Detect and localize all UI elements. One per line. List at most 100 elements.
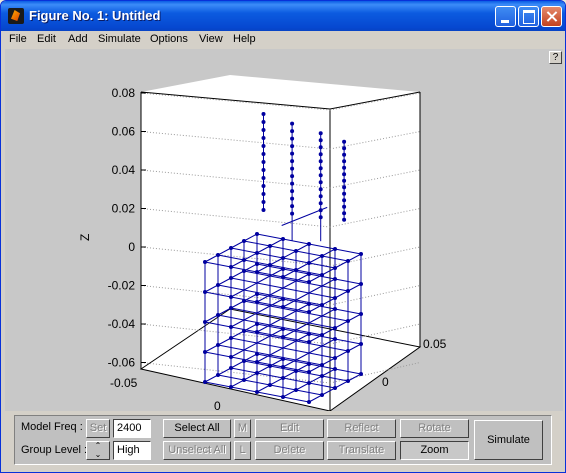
mesh-node bbox=[318, 152, 323, 157]
mesh-node bbox=[318, 145, 323, 150]
mesh-node bbox=[261, 120, 266, 124]
mesh-node bbox=[333, 247, 337, 251]
close-button[interactable] bbox=[541, 6, 562, 27]
mesh-node bbox=[229, 385, 233, 389]
menu-view[interactable]: View bbox=[199, 33, 223, 45]
mesh-node bbox=[307, 280, 311, 284]
mesh-node bbox=[294, 268, 298, 272]
mesh-node bbox=[342, 139, 347, 144]
arrow-down-icon[interactable]: ⌄ bbox=[87, 451, 109, 460]
mesh-node bbox=[290, 129, 295, 134]
mesh-node bbox=[342, 159, 347, 164]
mesh-node bbox=[320, 273, 324, 277]
unselect-all-button[interactable]: Unselect All bbox=[163, 441, 231, 460]
minimize-button[interactable] bbox=[495, 6, 516, 27]
mesh-node bbox=[307, 340, 311, 344]
mesh-node bbox=[320, 303, 324, 307]
mesh-node bbox=[359, 252, 363, 256]
mesh-node bbox=[216, 253, 220, 257]
menu-add[interactable]: Add bbox=[68, 33, 88, 45]
group-level-stepper[interactable]: ⌃ ⌄ bbox=[86, 441, 110, 460]
z-tick-label: 0.04 bbox=[112, 163, 136, 177]
title-bar[interactable]: Figure No. 1: Untitled bbox=[1, 1, 565, 31]
mesh-node bbox=[229, 325, 233, 329]
translate-button[interactable]: Translate bbox=[327, 441, 396, 460]
delete-button[interactable]: Delete bbox=[255, 441, 324, 460]
control-panel: Model Freq : Set 2400 Group Level : ⌃ ⌄ … bbox=[14, 415, 552, 465]
maximize-button[interactable] bbox=[518, 6, 539, 27]
z-tick-labels: 0.08 0.06 0.04 0.02 0 -0.02 -0.04 -0.06 bbox=[108, 86, 136, 370]
mesh-node bbox=[255, 390, 259, 394]
mesh-node bbox=[307, 261, 311, 265]
rotate-button[interactable]: Rotate bbox=[400, 419, 469, 438]
plot-area[interactable]: 0.08 0.06 0.04 0.02 0 -0.02 -0.04 -0.06 Z -0.05… bbox=[5, 49, 563, 411]
select-all-button[interactable]: Select All bbox=[163, 419, 231, 438]
mesh-node bbox=[203, 320, 207, 324]
mesh-node bbox=[346, 289, 350, 293]
mesh-node bbox=[346, 379, 350, 383]
zoom-button[interactable]: Zoom bbox=[400, 441, 469, 460]
mesh-node bbox=[261, 160, 266, 164]
reflect-button[interactable]: Reflect bbox=[327, 419, 396, 438]
set-button[interactable]: Set bbox=[86, 419, 110, 438]
x-tick-label: 0 bbox=[214, 399, 221, 411]
mesh-node bbox=[320, 254, 324, 258]
mesh-node bbox=[320, 393, 324, 397]
mesh-node bbox=[242, 239, 246, 243]
mesh-node bbox=[203, 290, 207, 294]
group-level-label: Group Level : bbox=[21, 444, 88, 456]
mesh-node bbox=[359, 342, 363, 346]
mesh-node bbox=[342, 217, 347, 222]
mesh-node bbox=[255, 360, 259, 364]
mesh-node bbox=[318, 138, 323, 143]
mesh-node bbox=[333, 296, 337, 300]
mesh-node bbox=[290, 136, 295, 141]
mesh-node bbox=[261, 128, 266, 132]
y-tick-label: 0 bbox=[382, 375, 389, 389]
m-button[interactable]: M bbox=[234, 419, 251, 438]
z-tick-label: 0.08 bbox=[112, 86, 136, 100]
mesh-node bbox=[229, 355, 233, 359]
3d-axes-plot[interactable]: 0.08 0.06 0.04 0.02 0 -0.02 -0.04 -0.06 Z -0.05… bbox=[5, 49, 563, 411]
mesh-node bbox=[281, 237, 285, 241]
menu-edit[interactable]: Edit bbox=[37, 33, 56, 45]
mesh-node bbox=[261, 184, 266, 188]
model-freq-input[interactable]: 2400 bbox=[113, 419, 151, 438]
mesh-node bbox=[216, 283, 220, 287]
simulate-button[interactable]: Simulate bbox=[474, 420, 543, 460]
mesh-node bbox=[261, 112, 266, 116]
mesh-node bbox=[268, 383, 272, 387]
group-level-value[interactable]: High bbox=[113, 441, 151, 460]
mesh-node bbox=[261, 152, 266, 156]
mesh-node bbox=[318, 159, 323, 164]
mesh-node bbox=[294, 388, 298, 392]
mesh-node bbox=[307, 400, 311, 404]
x-tick-label: -0.05 bbox=[110, 376, 138, 390]
menu-file[interactable]: File bbox=[9, 33, 27, 45]
mesh-node bbox=[333, 386, 337, 390]
mesh-node bbox=[261, 136, 266, 140]
z-tick-label: -0.04 bbox=[108, 317, 136, 331]
mesh-node bbox=[342, 165, 347, 170]
mesh-node bbox=[342, 198, 347, 203]
mesh-node bbox=[342, 146, 347, 151]
mesh-node bbox=[268, 263, 272, 267]
mesh-node bbox=[281, 275, 285, 279]
edit-button[interactable]: Edit bbox=[255, 419, 324, 438]
mesh-node bbox=[255, 300, 259, 304]
mesh-node bbox=[290, 174, 295, 179]
mesh-node bbox=[320, 363, 324, 367]
mesh-node bbox=[290, 121, 295, 126]
menu-options[interactable]: Options bbox=[150, 33, 188, 45]
l-button[interactable]: L bbox=[234, 441, 251, 460]
mesh-node bbox=[281, 256, 285, 260]
help-button[interactable]: ? bbox=[549, 51, 562, 64]
menu-simulate[interactable]: Simulate bbox=[98, 33, 141, 45]
mesh-node bbox=[229, 265, 233, 269]
mesh-node bbox=[242, 258, 246, 262]
menu-help[interactable]: Help bbox=[233, 33, 256, 45]
mesh-node bbox=[261, 200, 266, 204]
mesh-node bbox=[342, 152, 347, 157]
mesh-node bbox=[342, 211, 347, 216]
mesh-node bbox=[318, 166, 323, 171]
